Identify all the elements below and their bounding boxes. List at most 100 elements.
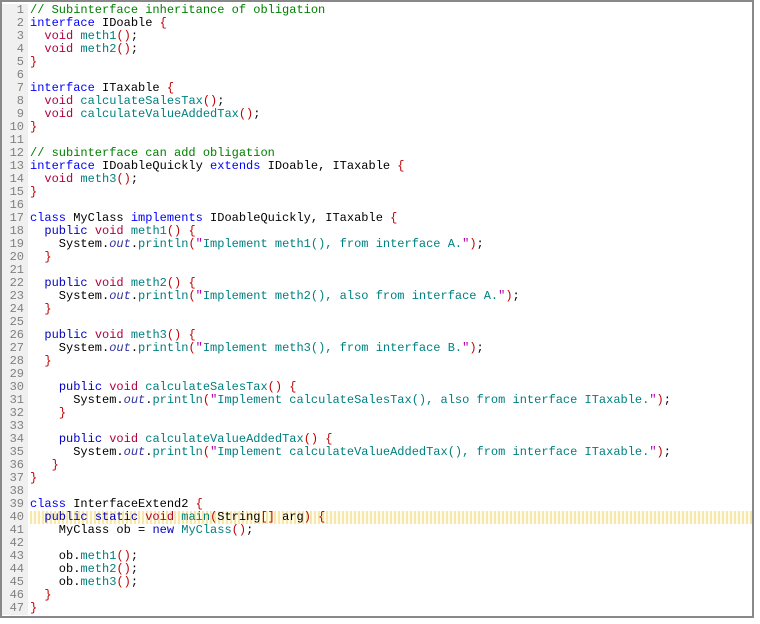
token: " <box>649 445 656 459</box>
code-line: ob.meth1(); <box>30 550 752 563</box>
token: { <box>325 432 332 446</box>
token: ( <box>203 445 210 459</box>
token: ITaxable <box>325 211 390 225</box>
token <box>30 107 44 121</box>
token: ITaxable <box>332 159 397 173</box>
token: ) <box>304 510 318 524</box>
token: println <box>138 289 188 303</box>
code-line: void calculateValueAddedTax(); <box>30 108 752 121</box>
token: ; <box>131 42 138 56</box>
token: // subinterface can add obligation <box>30 146 275 160</box>
code-line: } <box>30 121 752 134</box>
editor-frame: 1234567891011121314151617181920212223242… <box>0 0 754 618</box>
token: ; <box>253 107 260 121</box>
token: calculateSalesTax <box>80 94 202 108</box>
token: () <box>116 575 130 589</box>
token: void <box>44 107 80 121</box>
token: ) <box>505 289 512 303</box>
token: ; <box>131 29 138 43</box>
token: ; <box>246 523 253 537</box>
code-line: void meth1(); <box>30 30 752 43</box>
token <box>30 588 44 602</box>
token: { <box>160 16 167 30</box>
token: () <box>116 172 130 186</box>
code-line: } <box>30 459 752 472</box>
token <box>30 224 44 238</box>
token: System <box>30 393 116 407</box>
token: . <box>116 393 123 407</box>
token: } <box>30 471 37 485</box>
token: } <box>44 302 51 316</box>
token: InterfaceExtend2 <box>73 497 195 511</box>
token: ob <box>30 549 73 563</box>
token <box>30 354 44 368</box>
token: ; <box>477 341 484 355</box>
token: { <box>188 224 195 238</box>
token: { <box>188 328 195 342</box>
code-line <box>30 537 752 550</box>
token: { <box>196 497 203 511</box>
token: Implement calculateValueAddedTax(), from… <box>217 445 649 459</box>
token: public <box>44 224 94 238</box>
token: IDoable <box>268 159 318 173</box>
token: implements <box>131 211 210 225</box>
token: void <box>95 328 131 342</box>
token: . <box>131 289 138 303</box>
token: public <box>59 432 109 446</box>
token: interface <box>30 81 102 95</box>
token: , <box>311 211 325 225</box>
token: () <box>203 94 217 108</box>
token: () <box>167 224 189 238</box>
token: [] <box>260 510 282 524</box>
token: meth1 <box>80 549 116 563</box>
token: { <box>167 81 174 95</box>
token: ; <box>664 445 671 459</box>
code-line: } <box>30 407 752 420</box>
code-line: } <box>30 589 752 602</box>
token <box>30 94 44 108</box>
token: void <box>95 276 131 290</box>
line-number: 47 <box>4 602 24 615</box>
code-line: System.out.println("Implement meth2(), a… <box>30 290 752 303</box>
token: () <box>116 549 130 563</box>
token: public static <box>44 510 145 524</box>
code-line: ob.meth3(); <box>30 576 752 589</box>
code-line: void meth3(); <box>30 173 752 186</box>
token: ; <box>477 237 484 251</box>
token: () <box>268 380 290 394</box>
token <box>30 432 59 446</box>
token <box>30 42 44 56</box>
token: IDoable <box>102 16 160 30</box>
code-line: } <box>30 186 752 199</box>
code-lines: // Subinterface inheritance of obligatio… <box>28 4 752 615</box>
token: void <box>44 29 80 43</box>
token: calculateSalesTax <box>145 380 267 394</box>
code-line: } <box>30 355 752 368</box>
token: { <box>289 380 296 394</box>
token: meth2 <box>131 276 167 290</box>
token: println <box>138 341 188 355</box>
token: ob <box>30 562 73 576</box>
code-line: System.out.println("Implement calculateV… <box>30 446 752 459</box>
token: () <box>116 42 130 56</box>
token: () <box>232 523 246 537</box>
token: MyClass ob <box>30 523 138 537</box>
code-line: } <box>30 472 752 485</box>
token: { <box>318 510 325 524</box>
token: . <box>131 237 138 251</box>
token: extends <box>210 159 268 173</box>
code-line: System.out.println("Implement meth3(), f… <box>30 342 752 355</box>
token: ) <box>657 445 664 459</box>
token: " <box>196 289 203 303</box>
token: () <box>116 29 130 43</box>
token: println <box>152 445 202 459</box>
code-area: 1234567891011121314151617181920212223242… <box>2 2 752 615</box>
token: ; <box>513 289 520 303</box>
code-line: interface IDoableQuickly extends IDoable… <box>30 160 752 173</box>
token: () <box>304 432 326 446</box>
code-line: System.out.println("Implement meth1(), f… <box>30 238 752 251</box>
token: public <box>44 328 94 342</box>
token: void <box>145 510 181 524</box>
token: } <box>44 354 51 368</box>
code-line: void meth2(); <box>30 43 752 56</box>
